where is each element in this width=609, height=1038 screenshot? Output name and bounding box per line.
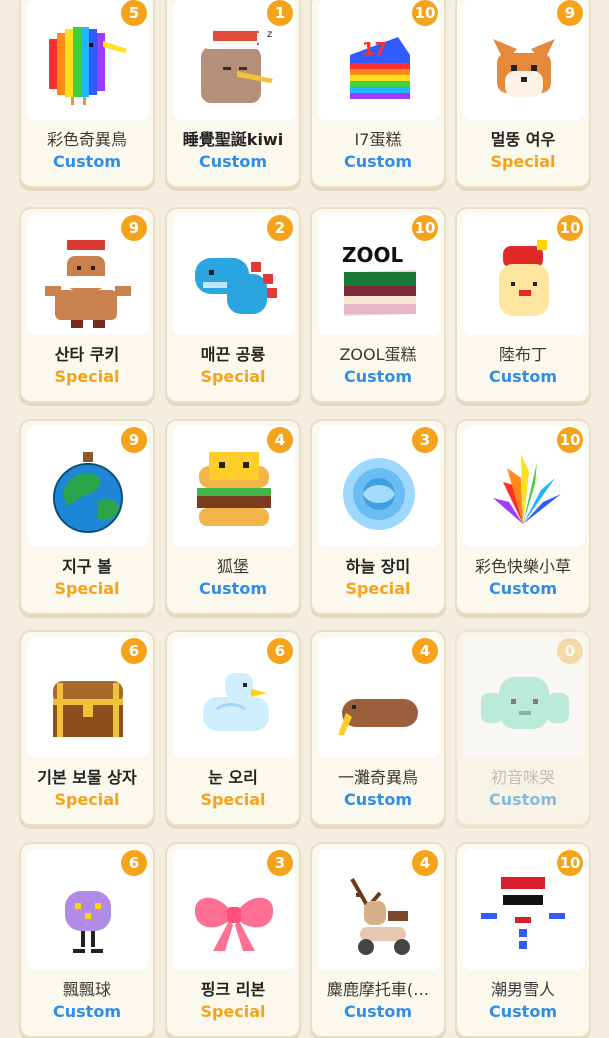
item-tag: Special (490, 152, 556, 171)
item-tag: Special (200, 790, 266, 809)
count-badge: 9 (557, 0, 583, 26)
item-card[interactable]: 10 潮男雪人 Custom (455, 842, 591, 1038)
count-badge: 2 (267, 215, 293, 241)
item-tag: Special (54, 790, 120, 809)
item-card[interactable]: 4 一灘奇異鳥 Custom (310, 630, 446, 826)
count-badge: 10 (557, 850, 583, 876)
item-name: 狐堡 (216, 557, 249, 576)
item-tag: Custom (489, 1002, 557, 1021)
item-card[interactable]: 9 지구 볼 Special (19, 419, 155, 615)
count-badge: 1 (267, 0, 293, 26)
item-name: 매끈 공룡 (200, 345, 266, 364)
item-name: 初音咪哭 (490, 768, 555, 787)
count-badge: 9 (121, 215, 147, 241)
count-badge: 3 (412, 427, 438, 453)
item-card[interactable]: 3 하늘 장미 Special (310, 419, 446, 615)
count-badge: 6 (121, 850, 147, 876)
item-card[interactable]: 9 산타 쿠키 Special (19, 207, 155, 403)
count-badge: 9 (121, 427, 147, 453)
item-tag: Custom (489, 367, 557, 386)
count-badge: 10 (557, 427, 583, 453)
item-name: 눈 오리 (208, 768, 258, 787)
item-tag: Special (345, 579, 411, 598)
item-card[interactable]: 6 기본 보물 상자 Special (19, 630, 155, 826)
item-card[interactable]: 10 彩色快樂小草 Custom (455, 419, 591, 615)
item-card[interactable]: 0 初音咪哭 Custom (455, 630, 591, 826)
count-badge: 3 (267, 850, 293, 876)
item-name: 睡覺聖誕kiwi (182, 130, 284, 149)
item-tag: Custom (344, 152, 412, 171)
item-card[interactable]: 2 매끈 공룡 Special (165, 207, 301, 403)
item-tag: Special (200, 1002, 266, 1021)
item-name: 麋鹿摩托車(… (326, 980, 430, 999)
item-tag: Custom (199, 579, 267, 598)
count-badge: 0 (557, 638, 583, 664)
item-name: 一灘奇異鳥 (337, 768, 418, 787)
count-badge: 10 (557, 215, 583, 241)
item-card[interactable]: 6 눈 오리 Special (165, 630, 301, 826)
item-tag: Custom (199, 152, 267, 171)
item-name: ZOOL蛋糕 (339, 345, 417, 364)
item-card[interactable]: 3 핑크 리본 Special (165, 842, 301, 1038)
item-card[interactable]: z 1 睡覺聖誕kiwi Custom (165, 0, 301, 188)
item-tag: Custom (344, 1002, 412, 1021)
item-name: 핑크 리본 (200, 980, 266, 999)
svg-text:ZOOL: ZOOL (342, 243, 404, 267)
item-name: 멀뚱 여우 (490, 130, 556, 149)
item-tag: Special (54, 579, 120, 598)
item-card[interactable]: 9 멀뚱 여우 Special (455, 0, 591, 188)
item-tag: Custom (344, 790, 412, 809)
count-badge: 4 (267, 427, 293, 453)
item-grid: 5 彩色奇異鳥 Custom z 1 睡覺聖誕kiwi Custom 17 10… (0, 0, 609, 1038)
item-name: I7蛋糕 (354, 130, 402, 149)
svg-text:z: z (267, 29, 272, 40)
item-name: 기본 보물 상자 (37, 768, 137, 787)
count-badge: 5 (121, 0, 147, 26)
item-card[interactable]: 10 陸布丁 Custom (455, 207, 591, 403)
item-tag: Special (200, 367, 266, 386)
item-name: 彩色快樂小草 (474, 557, 571, 576)
item-card[interactable]: 17 10 I7蛋糕 Custom (310, 0, 446, 188)
count-badge: 4 (412, 638, 438, 664)
count-badge: 6 (121, 638, 147, 664)
count-badge: 10 (412, 215, 438, 241)
item-name: 산타 쿠키 (54, 345, 120, 364)
item-tag: Custom (53, 1002, 121, 1021)
item-card[interactable]: 5 彩色奇異鳥 Custom (19, 0, 155, 188)
item-tag: Special (54, 367, 120, 386)
svg-text:17: 17 (362, 39, 387, 60)
item-card[interactable]: ZOOL 10 ZOOL蛋糕 Custom (310, 207, 446, 403)
item-name: 陸布丁 (498, 345, 547, 364)
item-name: 潮男雪人 (490, 980, 555, 999)
item-name: 彩色奇異鳥 (46, 130, 127, 149)
item-card[interactable]: 4 狐堡 Custom (165, 419, 301, 615)
item-tag: Custom (53, 152, 121, 171)
item-name: 飄飄球 (62, 980, 111, 999)
count-badge: 6 (267, 638, 293, 664)
item-name: 지구 볼 (62, 557, 112, 576)
count-badge: 10 (412, 0, 438, 26)
item-card[interactable]: 4 麋鹿摩托車(… Custom (310, 842, 446, 1038)
item-tag: Custom (489, 579, 557, 598)
item-tag: Custom (344, 367, 412, 386)
item-tag: Custom (489, 790, 557, 809)
item-name: 하늘 장미 (345, 557, 411, 576)
item-card[interactable]: 6 飄飄球 Custom (19, 842, 155, 1038)
count-badge: 4 (412, 850, 438, 876)
